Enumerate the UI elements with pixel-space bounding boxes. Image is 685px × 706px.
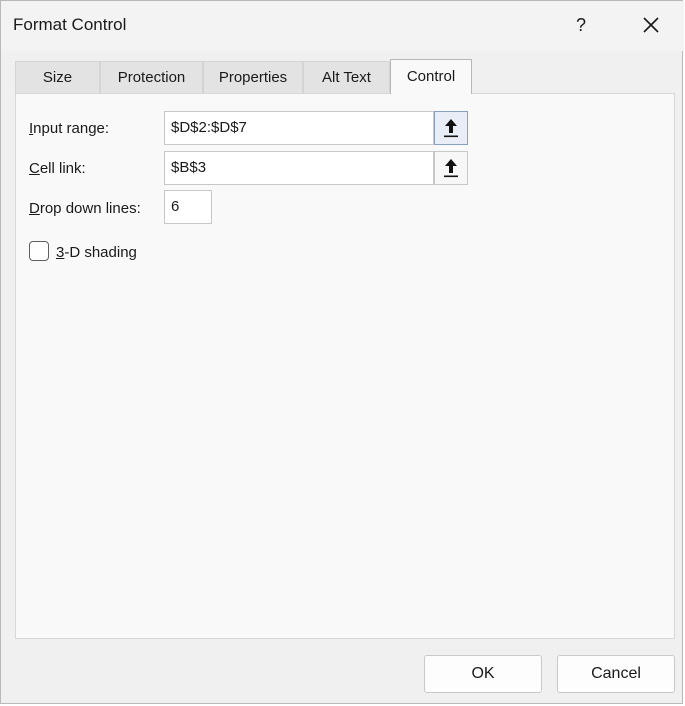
close-icon: [643, 17, 659, 33]
tab-alt-text[interactable]: Alt Text: [303, 61, 390, 93]
cancel-button[interactable]: Cancel: [557, 655, 675, 693]
cell-link-label-accel: C: [29, 160, 40, 177]
ok-button[interactable]: OK: [424, 655, 542, 693]
help-button[interactable]: ?: [559, 6, 603, 44]
drop-down-lines-label-rest: rop down lines:: [39, 200, 141, 217]
cell-link-collapse-button[interactable]: [434, 151, 468, 185]
tab-properties[interactable]: Properties: [203, 61, 303, 93]
3d-shading-label[interactable]: 3-D shading: [56, 244, 137, 261]
input-range-field[interactable]: $D$2:$D$7: [164, 111, 434, 145]
drop-down-lines-field[interactable]: 6: [164, 190, 212, 224]
drop-down-lines-label-accel: D: [29, 200, 40, 217]
tab-size[interactable]: Size: [15, 61, 100, 93]
tab-strip: Size Protection Properties Alt Text Cont…: [15, 59, 675, 94]
input-range-label: Input range:: [29, 120, 109, 137]
cell-link-label: Cell link:: [29, 160, 86, 177]
dialog-title: Format Control: [13, 15, 127, 34]
collapse-dialog-icon: [444, 159, 458, 178]
cell-link-field[interactable]: $B$3: [164, 151, 434, 185]
control-tab-panel: Input range: $D$2:$D$7 Cell link: $B$3 D…: [15, 93, 675, 639]
collapse-dialog-icon: [444, 119, 458, 138]
format-control-dialog: Format Control ? Size Protection Propert…: [0, 0, 684, 704]
3d-shading-label-rest: -D shading: [64, 244, 137, 261]
input-range-collapse-button[interactable]: [434, 111, 468, 145]
tab-control[interactable]: Control: [390, 59, 472, 94]
drop-down-lines-label: Drop down lines:: [29, 200, 141, 217]
input-range-label-rest: nput range:: [33, 120, 110, 137]
cell-link-label-rest: ell link:: [39, 160, 86, 177]
3d-shading-checkbox[interactable]: [29, 241, 49, 261]
close-button[interactable]: [627, 6, 675, 44]
tab-protection[interactable]: Protection: [100, 61, 203, 93]
title-bar: Format Control ?: [1, 1, 684, 51]
